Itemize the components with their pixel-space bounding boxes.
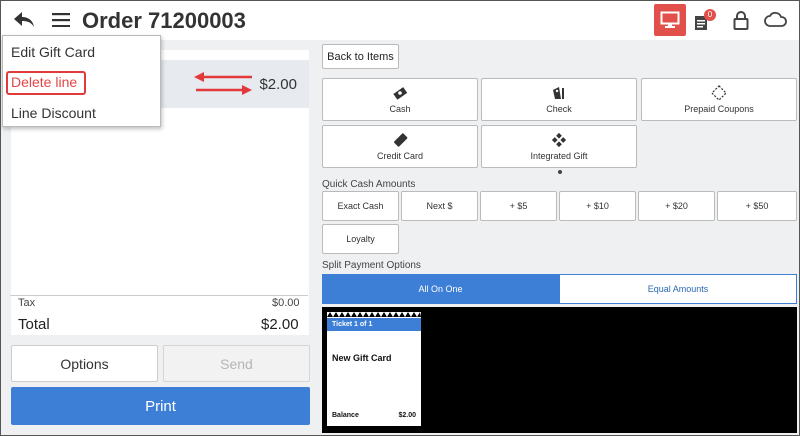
quick-cash-plus20-button[interactable]: + $20 [638,191,715,221]
payment-check-label: Check [546,104,572,114]
payment-prepaid-coupons-label: Prepaid Coupons [684,104,754,114]
quick-cash-plus50-button[interactable]: + $50 [717,191,797,221]
payment-cash-tile[interactable]: Cash [322,78,478,121]
payment-prepaid-coupons-tile[interactable]: Prepaid Coupons [641,78,797,121]
display-icon[interactable] [654,4,686,36]
quick-cash-exact-button[interactable]: Exact Cash [322,191,399,221]
menu-item-line-discount[interactable]: Line Discount [11,105,96,121]
payment-integrated-gift-tile[interactable]: Integrated Gift [481,125,637,168]
credit-card-icon [323,132,477,148]
tax-value: $0.00 [272,297,300,309]
payment-integrated-gift-label: Integrated Gift [530,151,588,161]
tickets-badge: 0 [704,9,716,21]
back-to-items-button[interactable]: Back to Items [322,44,399,69]
payment-check-tile[interactable]: Check [481,78,637,121]
back-arrow-icon[interactable] [11,7,37,33]
page-title: Order 71200003 [82,8,246,33]
hamburger-menu-icon[interactable] [51,10,71,30]
total-label: Total [18,316,50,333]
ticket-item-name: New Gift Card [332,353,392,363]
line-price: $2.00 [259,76,297,93]
ticket-balance-label: Balance [332,412,359,419]
total-value: $2.00 [261,316,299,333]
annotation-arrows-icon [194,72,252,95]
cash-icon [323,85,477,101]
split-payment-label: Split Payment Options [322,260,421,271]
cloud-icon[interactable] [764,10,790,30]
split-equal-amounts-tab[interactable]: Equal Amounts [559,274,797,304]
gift-icon [482,132,636,148]
send-button[interactable]: Send [163,345,310,382]
menu-item-edit-gift-card[interactable]: Edit Gift Card [11,44,95,60]
print-button[interactable]: Print [11,387,310,425]
check-icon [482,85,636,101]
quick-cash-label: Quick Cash Amounts [322,179,416,190]
quick-cash-plus5-button[interactable]: + $5 [480,191,557,221]
payment-credit-card-label: Credit Card [376,151,423,161]
ticket-balance-value: $2.00 [398,412,416,419]
lock-icon[interactable] [732,10,750,30]
payment-cash-label: Cash [389,104,411,114]
delete-line-highlight [6,71,86,95]
payment-credit-card-tile[interactable]: Credit Card [322,125,478,168]
ticket-edge [327,312,421,317]
line-context-menu: Edit Gift Card Delete line Line Discount [2,35,161,127]
ticket-header: Ticket 1 of 1 [327,318,421,331]
totals-divider [10,295,308,296]
loyalty-button[interactable]: Loyalty [322,224,399,254]
ticket-card[interactable]: Ticket 1 of 1 New Gift Card Balance $2.0… [327,312,421,426]
quick-cash-plus10-button[interactable]: + $10 [559,191,636,221]
coupon-icon [642,85,796,101]
split-all-on-one-tab[interactable]: All On One [322,274,559,304]
quick-cash-next-button[interactable]: Next $ [401,191,478,221]
tax-label: Tax [18,297,36,309]
pager-dot[interactable] [558,170,562,174]
options-button[interactable]: Options [11,345,158,382]
